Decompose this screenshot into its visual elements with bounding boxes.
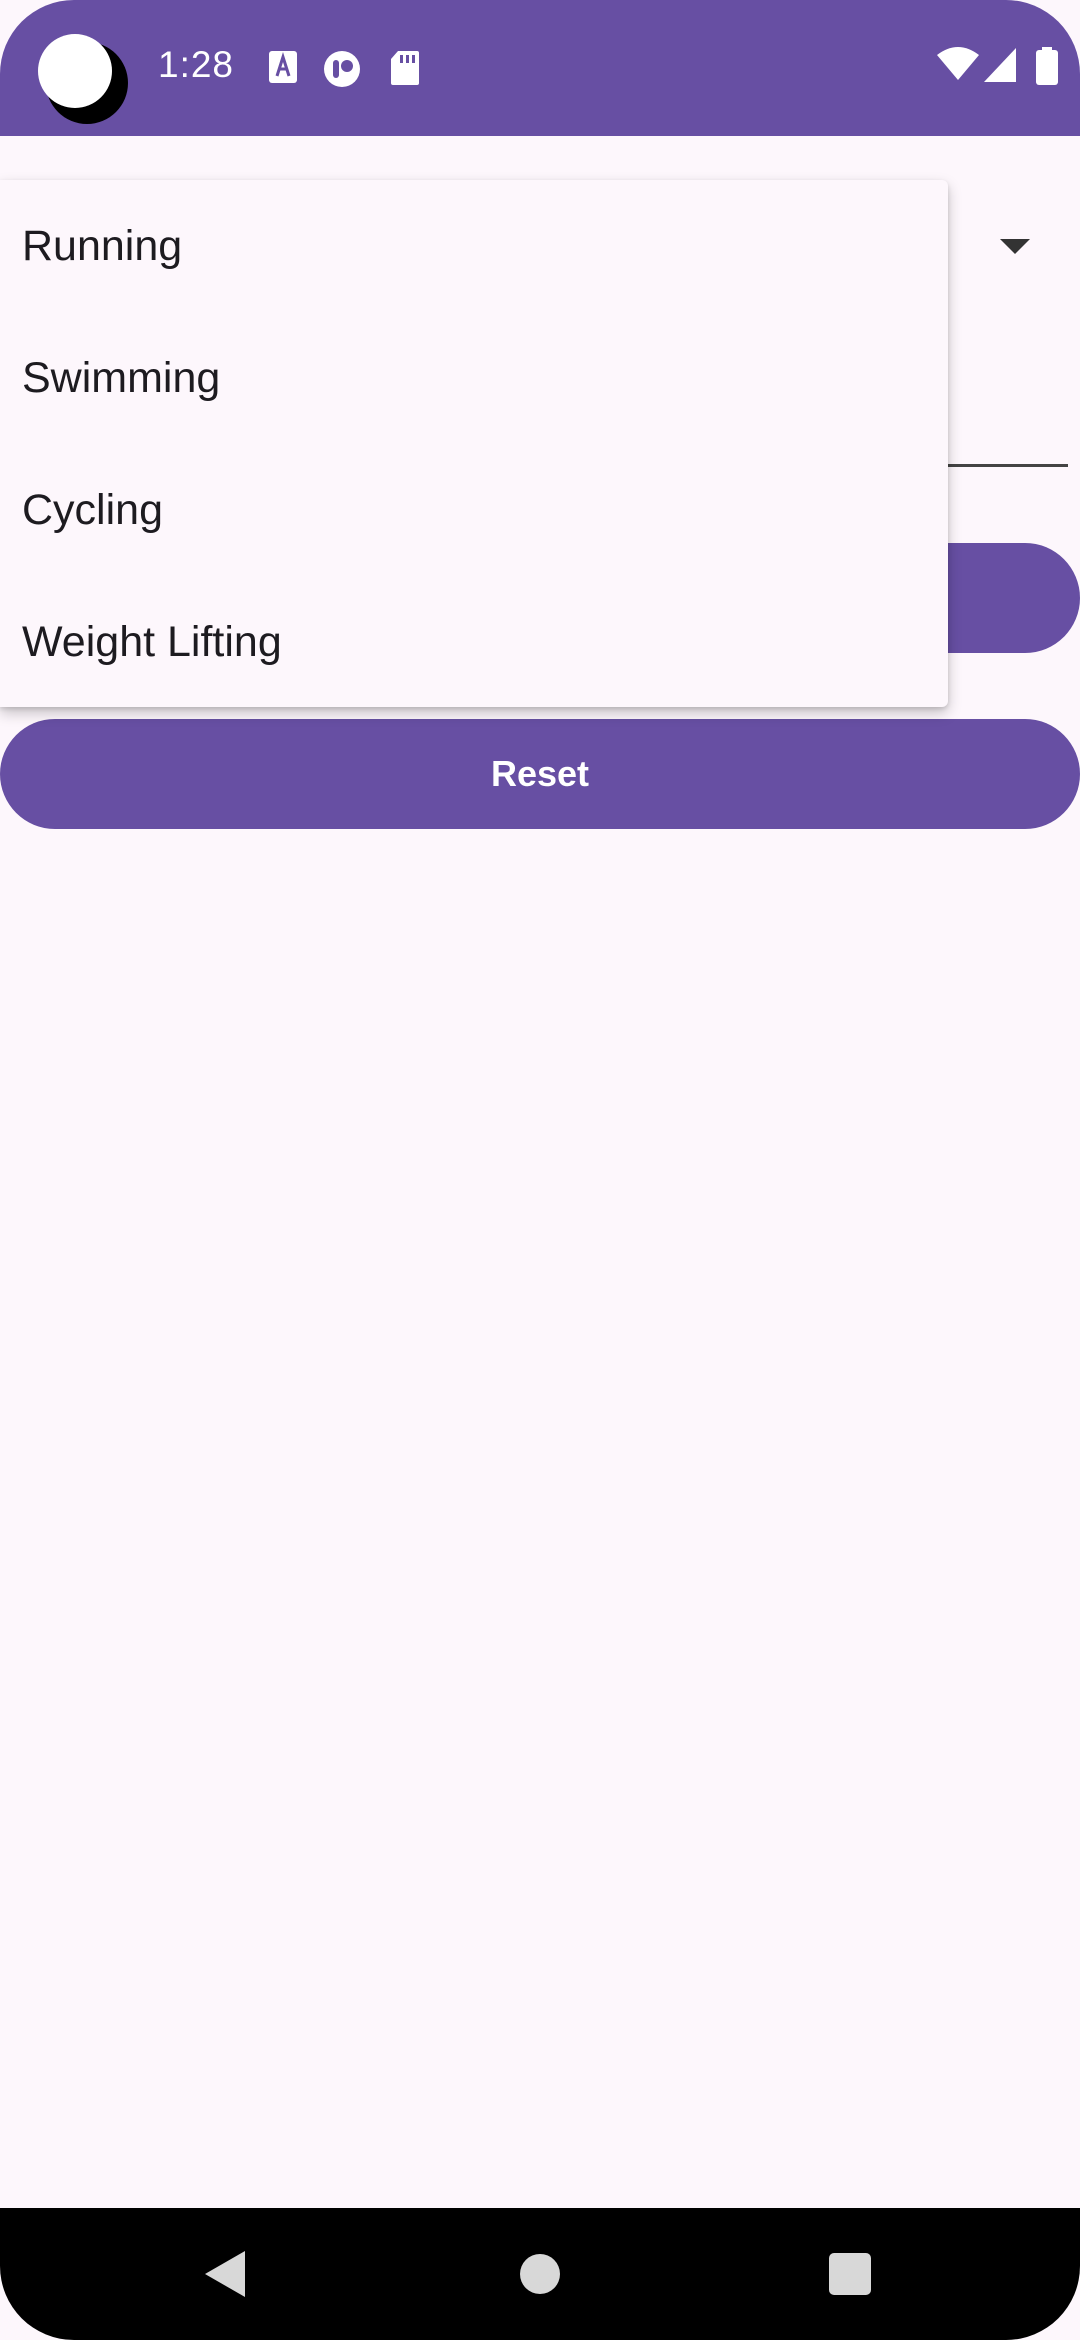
navigation-bar bbox=[0, 2208, 1080, 2340]
activity-dropdown-menu: Running Swimming Cycling Weight Lifting bbox=[0, 180, 948, 707]
cell-signal-icon bbox=[984, 48, 1016, 82]
dropdown-arrow-icon[interactable] bbox=[1000, 239, 1030, 254]
app-notification-icon bbox=[324, 51, 360, 87]
recents-icon[interactable] bbox=[829, 2253, 871, 2295]
status-time: 1:28 bbox=[158, 44, 235, 85]
home-icon[interactable] bbox=[520, 2254, 560, 2294]
menu-item-running[interactable]: Running bbox=[0, 180, 948, 312]
font-a-icon bbox=[269, 51, 297, 83]
menu-item-weight-lifting[interactable]: Weight Lifting bbox=[0, 576, 948, 708]
reset-button[interactable]: Reset bbox=[0, 719, 1080, 829]
camera-cutout bbox=[38, 34, 128, 124]
menu-item-swimming[interactable]: Swimming bbox=[0, 312, 948, 444]
sd-card-icon bbox=[391, 51, 419, 85]
wifi-icon bbox=[937, 47, 979, 80]
battery-icon bbox=[1036, 47, 1058, 85]
text-field-underline bbox=[940, 464, 1068, 467]
menu-item-cycling[interactable]: Cycling bbox=[0, 444, 948, 576]
back-icon[interactable] bbox=[205, 2251, 245, 2297]
status-bar: 1:28 bbox=[0, 0, 1080, 136]
